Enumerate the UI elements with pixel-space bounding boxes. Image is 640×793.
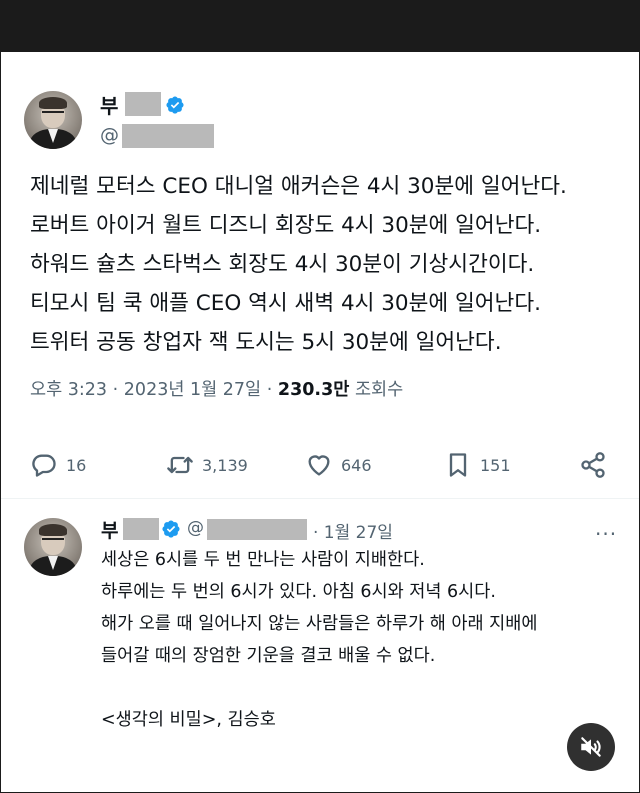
tweet-line: 트위터 공동 창업자 잭 도시는 5시 30분에 일어난다. [30, 330, 502, 355]
bookmark-button[interactable]: 151 [444, 450, 511, 480]
comment-icon [32, 454, 56, 477]
views-label: 조회수 [354, 380, 404, 400]
tweet-line: 로버트 아이거 월트 디즈니 회장도 4시 30분에 일어난다. [30, 213, 542, 238]
action-bar: 16 3,139 646 151 [1, 450, 639, 480]
reply-avatar[interactable] [24, 518, 82, 576]
views-count: 230.3만 [277, 380, 350, 400]
tweet-meta: 오후 3:23 · 2023년 1월 27일 · 230.3만 조회수 [30, 376, 403, 401]
reply-line: 세상은 6시를 두 번 만나는 사람이 지배한다. [101, 550, 425, 570]
reply-date[interactable]: · 1월 27일 [313, 518, 393, 543]
redacted-handle [122, 124, 214, 148]
avatar[interactable] [24, 91, 82, 149]
tweet-text: 제네럴 모터스 CEO 대니얼 애커슨은 4시 30분에 일어난다. 로버트 아… [30, 167, 567, 362]
verified-badge-icon [162, 520, 180, 538]
more-options-icon[interactable]: ··· [595, 522, 617, 546]
reply-count: 16 [66, 455, 87, 475]
tweet-line: 하워드 슐츠 스타벅스 회장도 4시 30분이 기상시간이다. [30, 252, 535, 277]
share-button[interactable] [579, 450, 607, 480]
speaker-muted-icon [581, 737, 601, 757]
share-icon [581, 452, 605, 478]
reply-button[interactable]: 16 [30, 450, 86, 480]
redacted-name [125, 92, 161, 116]
meta-separator: · [112, 380, 119, 400]
tweet-time[interactable]: 오후 3:23 [30, 380, 107, 400]
retweet-icon [167, 456, 193, 474]
retweet-button[interactable]: 3,139 [166, 450, 248, 480]
reply-line: 하루에는 두 번의 6시가 있다. 아침 6시와 저녁 6시다. [101, 582, 496, 602]
tweet-line: 티모시 팀 쿡 애플 CEO 역시 새벽 4시 30분에 일어난다. [30, 291, 541, 316]
heart-icon [308, 455, 330, 476]
meta-separator: · [266, 380, 273, 400]
like-button[interactable]: 646 [305, 450, 372, 480]
reply-line: <생각의 비밀>, 김승호 [101, 710, 276, 730]
reply-handle-prefix: @ [187, 518, 204, 538]
reply-author-name[interactable]: 부 [101, 516, 118, 543]
bookmark-icon [449, 453, 467, 477]
tweet-line: 제네럴 모터스 CEO 대니얼 애커슨은 4시 30분에 일어난다. [30, 174, 567, 199]
redacted-handle [207, 519, 307, 540]
redacted-name [123, 518, 159, 540]
reply-line [101, 672, 537, 704]
author-handle-prefix: @ [100, 124, 119, 146]
retweet-count: 3,139 [202, 455, 248, 475]
reply-line: 해가 오를 때 일어나지 않는 사람들은 하루가 해 아래 지배에 [101, 614, 538, 634]
verified-badge-icon [166, 96, 184, 114]
screenshot-card: 부 @ 제네럴 모터스 CEO 대니얼 애커슨은 4시 30분에 일어난다. 로… [1, 52, 639, 792]
bookmark-count: 151 [480, 455, 511, 475]
author-name[interactable]: 부 [100, 90, 118, 119]
reply-text: 세상은 6시를 두 번 만나는 사람이 지배한다. 하루에는 두 번의 6시가 … [101, 544, 537, 736]
like-count: 646 [341, 455, 372, 475]
mute-button[interactable] [567, 723, 615, 771]
reply-line: 들어갈 때의 장엄한 기운을 결코 배울 수 없다. [101, 646, 436, 666]
divider [1, 498, 639, 499]
tweet-date[interactable]: 2023년 1월 27일 [124, 380, 261, 400]
